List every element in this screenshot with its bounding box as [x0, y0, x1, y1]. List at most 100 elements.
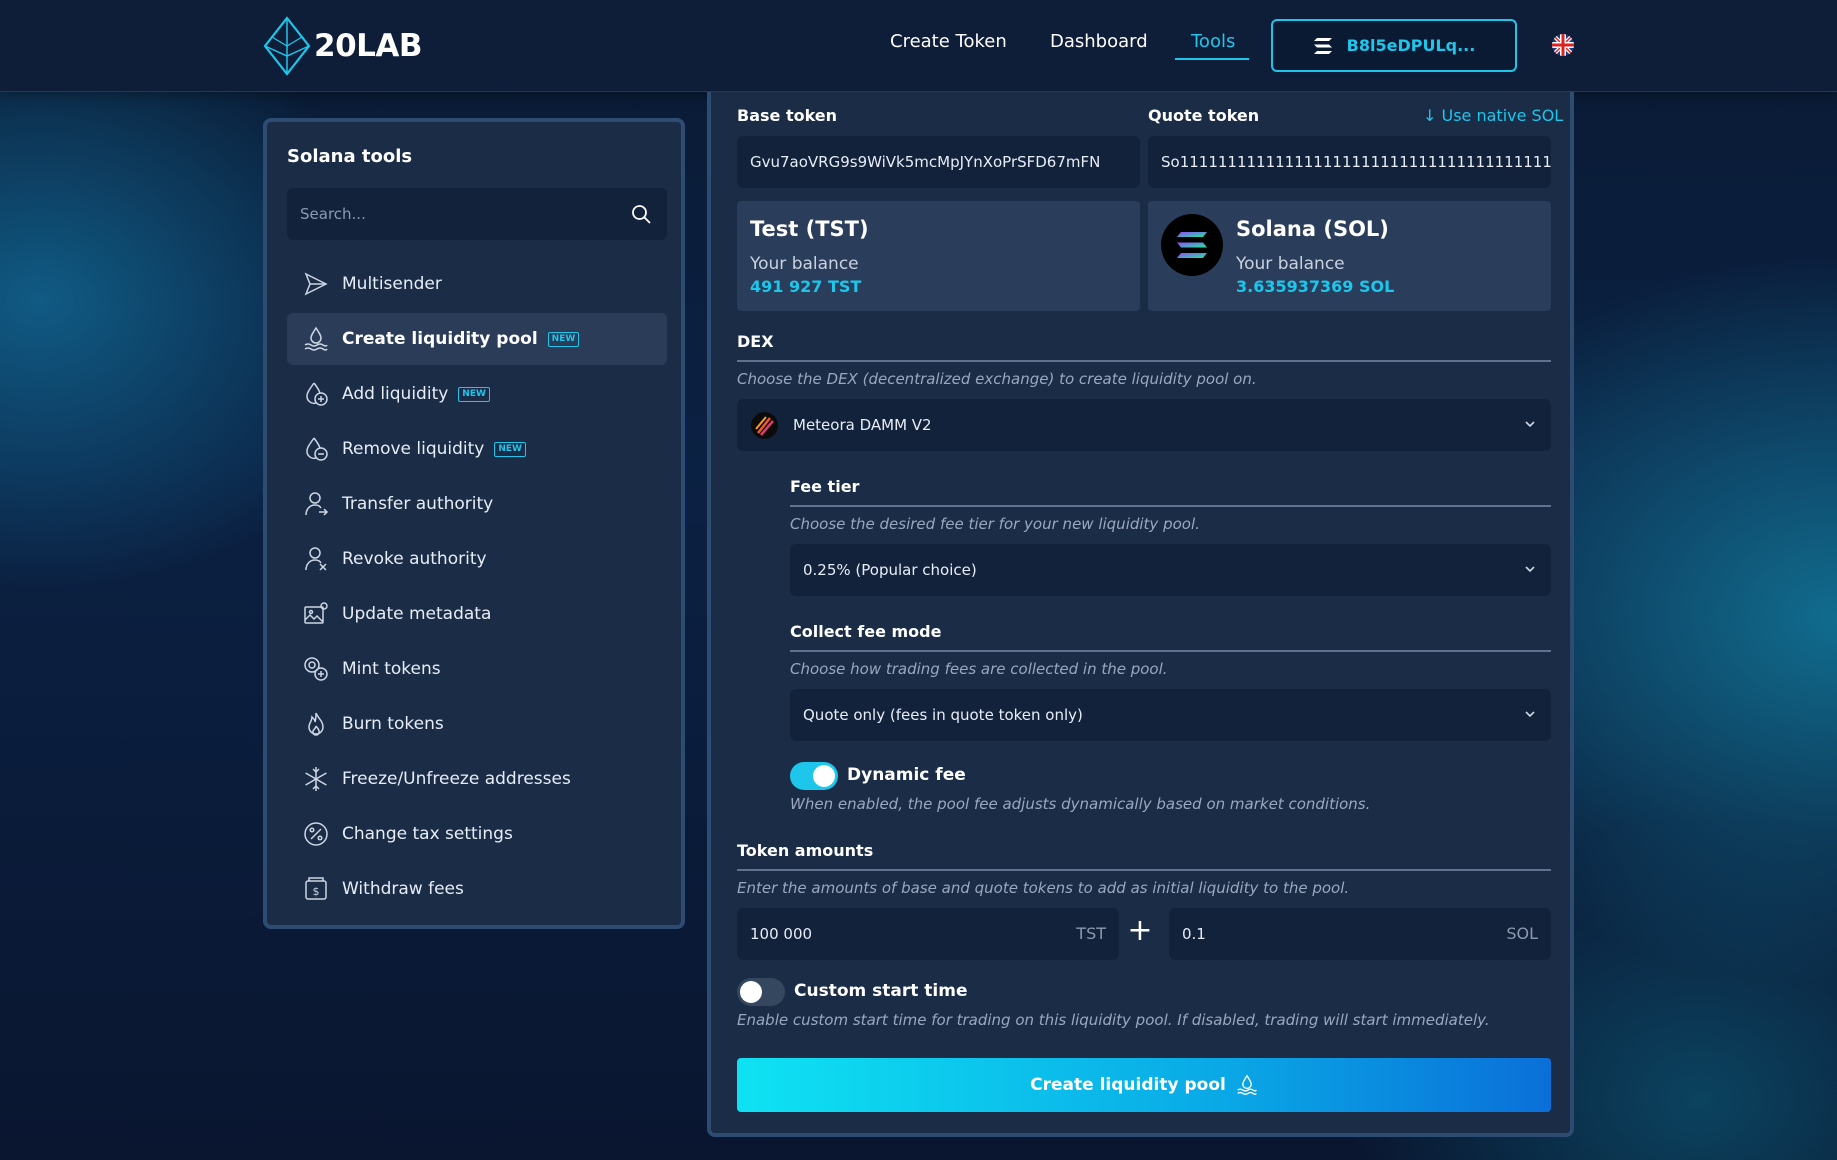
use-native-sol-link[interactable]: ↓ Use native SOL — [1423, 106, 1563, 125]
sidebar-item-label: Revoke authority — [342, 549, 487, 569]
percent-badge-icon — [304, 822, 328, 846]
sidebar-item-label: Create liquidity pool — [342, 329, 538, 349]
solana-logo-icon — [1161, 214, 1223, 276]
nav-tools[interactable]: Tools — [1191, 31, 1235, 52]
sidebar-item-label: Freeze/Unfreeze addresses — [342, 769, 571, 789]
user-transfer-icon — [305, 492, 329, 516]
solana-icon — [1313, 37, 1332, 54]
dex-hint: Choose the DEX (decentralized exchange) … — [737, 370, 1257, 388]
brand-logo[interactable]: 20LAB — [262, 16, 423, 76]
coins-plus-icon — [304, 657, 328, 681]
svg-text:$: $ — [313, 885, 320, 898]
logo-diamond-icon — [263, 16, 311, 76]
sidebar-item-label: Transfer authority — [342, 494, 494, 514]
drop-plus-icon — [306, 382, 328, 406]
sidebar-item-burn-tokens[interactable]: Burn tokens — [287, 698, 667, 750]
quote-amount-input[interactable]: 0.1 SOL — [1169, 908, 1551, 960]
user-revoke-icon — [305, 547, 327, 571]
water-drop-icon — [1237, 1074, 1257, 1095]
collect-fee-select[interactable]: Quote only (fees in quote token only) — [790, 689, 1551, 741]
sidebar-item-label: Remove liquidity — [342, 439, 485, 459]
collect-fee-selected-value: Quote only (fees in quote token only) — [803, 706, 1083, 724]
quote-amount-unit: SOL — [1506, 924, 1538, 943]
meteora-logo-icon — [751, 412, 778, 439]
new-badge: NEW — [547, 331, 580, 347]
nav-active-underline — [1175, 58, 1249, 60]
quote-token-name: Solana (SOL) — [1236, 217, 1389, 241]
sidebar-item-withdraw-fees[interactable]: $ Withdraw fees — [287, 863, 667, 915]
plus-sign: + — [1127, 913, 1153, 948]
drop-minus-icon — [306, 437, 328, 461]
sidebar-item-label: Multisender — [342, 274, 442, 294]
base-balance-value: 491 927 TST — [750, 277, 862, 296]
fee-tier-selected-value: 0.25% (Popular choice) — [803, 561, 977, 579]
search-input[interactable] — [287, 188, 617, 240]
tools-menu: Multisender Create liquidity pool NEW Ad… — [287, 258, 667, 918]
sidebar-title: Solana tools — [287, 146, 413, 167]
base-amount-value: 100 000 — [750, 925, 813, 943]
submit-label: Create liquidity pool — [1030, 1075, 1226, 1095]
sidebar-item-label: Update metadata — [342, 604, 492, 624]
quote-token-label: Quote token — [1148, 106, 1260, 125]
new-badge: NEW — [494, 441, 526, 457]
sidebar-item-label: Mint tokens — [342, 659, 441, 679]
send-icon — [304, 272, 328, 296]
base-token-input[interactable]: Gvu7aoVRG9s9WiVk5mcMpJYnXoPrSFD67mFN — [737, 136, 1140, 188]
dex-label: DEX — [737, 332, 774, 351]
sidebar-item-transfer-authority[interactable]: Transfer authority — [287, 478, 667, 530]
sidebar-item-revoke-authority[interactable]: Revoke authority — [287, 533, 667, 585]
new-badge: NEW — [458, 386, 490, 402]
toggle-knob — [740, 981, 762, 1003]
fee-tier-hint: Choose the desired fee tier for your new… — [790, 515, 1200, 533]
sidebar-item-change-tax[interactable]: Change tax settings — [287, 808, 667, 860]
sidebar-item-remove-liquidity[interactable]: Remove liquidity NEW — [287, 423, 667, 475]
search-icon[interactable] — [631, 204, 651, 224]
chevron-down-icon — [1525, 421, 1535, 428]
toggle-knob — [813, 765, 835, 787]
wallet-address: B8l5eDPULq... — [1346, 36, 1476, 55]
token-amounts-hint: Enter the amounts of base and quote toke… — [737, 879, 1350, 897]
quote-token-input[interactable]: So11111111111111111111111111111111111111… — [1148, 136, 1551, 188]
sidebar-item-mint-tokens[interactable]: Mint tokens — [287, 643, 667, 695]
base-amount-input[interactable]: 100 000 TST — [737, 908, 1119, 960]
image-edit-icon — [304, 602, 328, 624]
divider — [790, 650, 1551, 652]
tools-sidebar: Solana tools Multisender Create liquidit… — [263, 118, 685, 929]
custom-start-label: Custom start time — [794, 981, 968, 1001]
flame-icon — [308, 712, 324, 736]
create-liquidity-pool-button[interactable]: Create liquidity pool — [737, 1058, 1551, 1112]
divider — [790, 505, 1551, 507]
sidebar-item-multisender[interactable]: Multisender — [287, 258, 667, 310]
wallet-button[interactable]: B8l5eDPULq... — [1271, 19, 1517, 72]
sidebar-item-update-metadata[interactable]: Update metadata — [287, 588, 667, 640]
fee-tier-select[interactable]: 0.25% (Popular choice) — [790, 544, 1551, 596]
sidebar-item-add-liquidity[interactable]: Add liquidity NEW — [287, 368, 667, 420]
chevron-down-icon — [1525, 566, 1535, 573]
dynamic-fee-label: Dynamic fee — [847, 765, 966, 785]
divider — [737, 869, 1551, 871]
dynamic-fee-toggle[interactable] — [790, 762, 838, 790]
search-box — [287, 188, 667, 240]
sidebar-item-freeze-unfreeze[interactable]: Freeze/Unfreeze addresses — [287, 753, 667, 805]
sidebar-item-create-liquidity-pool[interactable]: Create liquidity pool NEW — [287, 313, 667, 365]
custom-start-toggle[interactable] — [737, 978, 785, 1006]
base-amount-unit: TST — [1076, 924, 1106, 943]
language-flag-icon[interactable] — [1552, 34, 1574, 56]
fee-tier-label: Fee tier — [790, 477, 860, 496]
sidebar-item-label: Change tax settings — [342, 824, 513, 844]
sidebar-item-label: Burn tokens — [342, 714, 444, 734]
token-amounts-label: Token amounts — [737, 841, 874, 860]
base-balance-label: Your balance — [750, 254, 859, 274]
base-token-card: Test (TST) Your balance 491 927 TST — [737, 201, 1140, 311]
quote-amount-value: 0.1 — [1182, 925, 1206, 943]
dex-select[interactable]: Meteora DAMM V2 — [737, 399, 1551, 451]
sidebar-item-label: Add liquidity — [342, 384, 449, 404]
base-token-label: Base token — [737, 106, 838, 125]
dollar-doc-icon: $ — [305, 877, 327, 900]
top-header: 20LAB Create Token Dashboard Tools B8l5e… — [0, 0, 1837, 92]
nav-dashboard[interactable]: Dashboard — [1050, 31, 1148, 52]
nav-create-token[interactable]: Create Token — [890, 31, 1007, 52]
snowflake-icon — [305, 767, 327, 791]
quote-token-card: Solana (SOL) Your balance 3.635937369 SO… — [1148, 201, 1551, 311]
create-pool-panel: Base token Quote token ↓ Use native SOL … — [707, 92, 1574, 1137]
